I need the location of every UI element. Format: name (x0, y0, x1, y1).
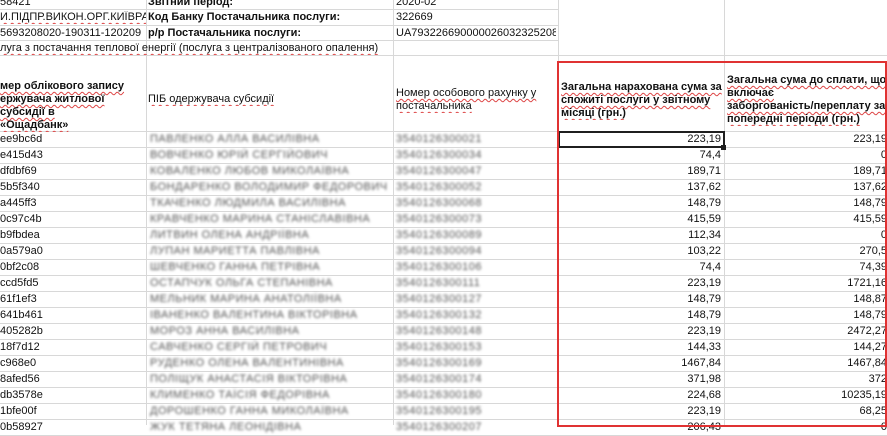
account-number-cell[interactable]: 3540126300068 (396, 197, 554, 210)
record-id-cell[interactable]: b9fbdea (0, 229, 144, 242)
record-id-cell[interactable]: db3578e (0, 389, 144, 402)
record-id-cell[interactable]: c968e0 (0, 357, 144, 370)
account-number-cell[interactable]: 3540126300174 (396, 373, 554, 386)
record-id-cell[interactable]: 0b58927 (0, 421, 144, 434)
record-id-cell[interactable]: 405282b (0, 325, 144, 338)
header-record-number[interactable]: мер облікового запису ержувача житлової … (0, 80, 146, 132)
recipient-name-cell[interactable]: ДОРОШЕНКО ГАННА МИКОЛАЇВНА (150, 405, 390, 418)
account-number-cell[interactable]: 3540126300089 (396, 229, 554, 242)
recipient-name-cell[interactable]: БОНДАРЕНКО ВОЛОДИМИР ФЕДОРОВИЧ (150, 181, 390, 194)
recipient-name-cell[interactable]: ЖУК ТЕТЯНА ЛЕОНІДІВНА (150, 421, 390, 434)
cell-a3[interactable]: 5693208020-190311-120209 (0, 27, 146, 40)
row-divider (0, 55, 887, 56)
recipient-name-cell[interactable]: МЕЛЬНИК МАРИНА АНАТОЛІЇВНА (150, 293, 390, 306)
cell-d2[interactable]: 322669 (396, 11, 556, 24)
row-divider (0, 9, 558, 10)
record-id-cell[interactable]: 18f7d12 (0, 341, 144, 354)
cell-a1[interactable]: 58421 (0, 0, 146, 9)
record-id-cell[interactable]: 0c97c4b (0, 213, 144, 226)
account-number-cell[interactable]: 3540126300169 (396, 357, 554, 370)
account-number-cell[interactable]: 3540126300153 (396, 341, 554, 354)
cell-b2[interactable]: Код Банку Постачальника послуги: (148, 11, 393, 24)
recipient-name-cell[interactable]: КОВАЛЕНКО ЛЮБОВ МИКОЛАЇВНА (150, 165, 390, 178)
record-id-cell[interactable]: 8afed56 (0, 373, 144, 386)
cell-b3[interactable]: р/р Постачальника послуги: (148, 27, 393, 40)
record-id-cell[interactable]: 5b5f340 (0, 181, 144, 194)
account-number-cell[interactable]: 3540126300021 (396, 133, 554, 146)
record-id-cell[interactable]: dfdbf69 (0, 165, 144, 178)
highlight-box (557, 61, 887, 427)
record-id-cell[interactable]: 61f1ef3 (0, 293, 144, 306)
recipient-name-cell[interactable]: РУДЕНКО ОЛЕНА ВАЛЕНТИНІВНА (150, 357, 390, 370)
header-recipient-name[interactable]: ПІБ одержувача субсидії (148, 93, 393, 106)
header-account-number[interactable]: Номер особового рахунку у постачальника (396, 87, 556, 113)
recipient-name-cell[interactable]: ІВАНЕНКО ВАЛЕНТИНА ВІКТОРІВНА (150, 309, 390, 322)
recipient-name-cell[interactable]: ПАВЛЕНКО АЛЛА ВАСИЛІВНА (150, 133, 390, 146)
cell-d1[interactable]: 2020-02 (396, 0, 556, 9)
row-divider (0, 40, 558, 41)
recipient-name-cell[interactable]: ВОВЧЕНКО ЮРІЙ СЕРГІЙОВИЧ (150, 149, 390, 162)
cell-a4-service[interactable]: луга з постачання теплової енергії (посл… (0, 42, 560, 55)
recipient-name-cell[interactable]: ЛИТВИН ОЛЕНА АНДРІЇВНА (150, 229, 390, 242)
cell-a2[interactable]: И.ПІДПР.ВИКОН.ОРГ.КИЇВРАД (0, 11, 146, 24)
recipient-name-cell[interactable]: ЛУПАН МАРИЕТТА ПАВЛІВНА (150, 245, 390, 258)
record-id-cell[interactable]: 641b461 (0, 309, 144, 322)
account-number-cell[interactable]: 3540126300127 (396, 293, 554, 306)
record-id-cell[interactable]: 0a579a0 (0, 245, 144, 258)
account-number-cell[interactable]: 3540126300180 (396, 389, 554, 402)
record-id-cell[interactable]: e415d43 (0, 149, 144, 162)
account-number-cell[interactable]: 3540126300106 (396, 261, 554, 274)
account-number-cell[interactable]: 3540126300034 (396, 149, 554, 162)
recipient-name-cell[interactable]: САВЧЕНКО СЕРГІЙ ПЕТРОВИЧ (150, 341, 390, 354)
account-number-cell[interactable]: 3540126300052 (396, 181, 554, 194)
account-number-cell[interactable]: 3540126300148 (396, 325, 554, 338)
recipient-name-cell[interactable]: ШЕВЧЕНКО ГАННА ПЕТРІВНА (150, 261, 390, 274)
account-number-cell[interactable]: 3540126300094 (396, 245, 554, 258)
cell-d3[interactable]: UA793226690000026032325208020 (396, 27, 556, 40)
account-number-cell[interactable]: 3540126300195 (396, 405, 554, 418)
recipient-name-cell[interactable]: ПОЛІЩУК АНАСТАСІЯ ВІКТОРІВНА (150, 373, 390, 386)
record-id-cell[interactable]: ccd5fd5 (0, 277, 144, 290)
account-number-cell[interactable]: 3540126300047 (396, 165, 554, 178)
record-id-cell[interactable]: ee9bc6d (0, 133, 144, 146)
account-number-cell[interactable]: 3540126300207 (396, 421, 554, 434)
cell-b1[interactable]: Звітний період: (148, 0, 393, 9)
account-number-cell[interactable]: 3540126300073 (396, 213, 554, 226)
recipient-name-cell[interactable]: КЛИМЕНКО ТАЇСІЯ ФЕДОРІВНА (150, 389, 390, 402)
account-number-cell[interactable]: 3540126300132 (396, 309, 554, 322)
row-divider (0, 25, 558, 26)
recipient-name-cell[interactable]: ОСТАПЧУК ОЛЬГА СТЕПАНІВНА (150, 277, 390, 290)
account-number-cell[interactable]: 3540126300111 (396, 277, 554, 290)
record-id-cell[interactable]: 0bf2c08 (0, 261, 144, 274)
record-id-cell[interactable]: 1bfe00f (0, 405, 144, 418)
recipient-name-cell[interactable]: ТКАЧЕНКО ЛЮДМИЛА ВАСИЛІВНА (150, 197, 390, 210)
record-id-cell[interactable]: a445ff3 (0, 197, 144, 210)
recipient-name-cell[interactable]: МОРОЗ АННА ВАСИЛІВНА (150, 325, 390, 338)
recipient-name-cell[interactable]: КРАВЧЕНКО МАРИНА СТАНІСЛАВІВНА (150, 213, 390, 226)
spreadsheet[interactable]: 58421 Звітний період: 2020-02 И.ПІДПР.ВИ… (0, 0, 887, 436)
